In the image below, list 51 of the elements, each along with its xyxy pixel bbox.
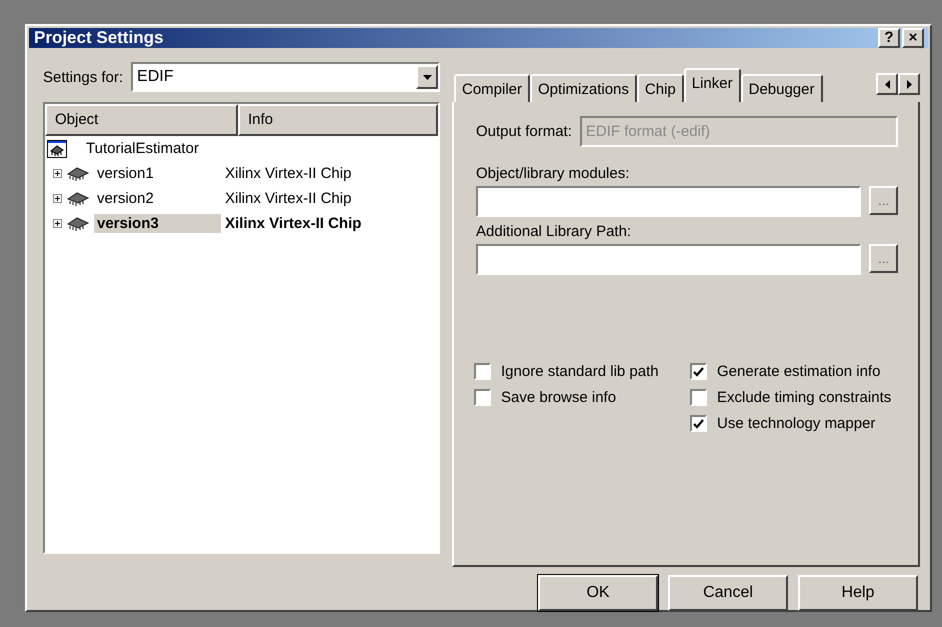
field-label: Additional Library Path: bbox=[476, 223, 632, 240]
checkbox-label: Save browse info bbox=[501, 389, 616, 406]
checkbox[interactable] bbox=[690, 389, 707, 406]
expand-icon[interactable] bbox=[53, 194, 62, 203]
checkbox[interactable] bbox=[690, 363, 707, 380]
tab[interactable]: Chip bbox=[636, 74, 684, 102]
tab[interactable]: Debugger bbox=[740, 74, 822, 102]
scroll-right-button[interactable] bbox=[898, 73, 920, 95]
scroll-left-button[interactable] bbox=[876, 73, 898, 95]
chip-icon bbox=[66, 192, 90, 206]
checkbox[interactable] bbox=[474, 389, 491, 406]
title-bar-button[interactable]: × bbox=[902, 28, 924, 48]
expand-icon[interactable] bbox=[53, 169, 62, 178]
input-field[interactable] bbox=[476, 244, 861, 275]
tab[interactable]: Linker bbox=[684, 68, 741, 102]
chip-icon bbox=[66, 166, 90, 180]
title-bar-button[interactable]: ? bbox=[878, 28, 900, 48]
dialog-button[interactable]: OK bbox=[538, 575, 658, 611]
checkbox[interactable] bbox=[474, 363, 491, 380]
dialog-button[interactable]: Cancel bbox=[668, 575, 788, 611]
window-title: Project Settings bbox=[34, 28, 164, 48]
checkbox-label: Generate estimation info bbox=[717, 363, 880, 380]
info-text: Xilinx Virtex-II Chip bbox=[225, 165, 352, 182]
info-text: Xilinx Virtex-II Chip bbox=[225, 190, 352, 207]
input-field[interactable] bbox=[476, 186, 861, 217]
output-format-label: Output format: bbox=[476, 123, 572, 140]
tree-item[interactable]: TutorialEstimator bbox=[83, 139, 202, 158]
browse-button[interactable]: ... bbox=[869, 244, 898, 273]
checkbox[interactable] bbox=[690, 415, 707, 432]
settings-for-label: Settings for: bbox=[43, 68, 124, 86]
chip-icon bbox=[66, 216, 90, 230]
dialog-button[interactable]: Help bbox=[798, 575, 918, 611]
checkbox-label: Use technology mapper bbox=[717, 415, 876, 432]
tree-item[interactable]: version1 bbox=[94, 164, 221, 183]
project-icon bbox=[47, 140, 67, 158]
settings-for-dropdown[interactable]: EDIF bbox=[131, 62, 440, 92]
checkbox-label: Ignore standard lib path bbox=[501, 363, 659, 380]
tab[interactable]: Optimizations bbox=[530, 74, 637, 102]
checkbox-label: Exclude timing constraints bbox=[717, 389, 892, 406]
tree-item[interactable]: version2 bbox=[94, 189, 221, 208]
info-text: Xilinx Virtex-II Chip bbox=[225, 215, 362, 232]
column-header[interactable]: Object bbox=[45, 104, 238, 136]
field-label: Object/library modules: bbox=[476, 165, 630, 182]
left-arrow-icon bbox=[884, 80, 890, 88]
tab[interactable]: Compiler bbox=[454, 74, 530, 102]
dropdown-arrow-icon bbox=[422, 74, 432, 80]
expand-icon[interactable] bbox=[53, 219, 62, 228]
column-header[interactable]: Info bbox=[238, 104, 438, 136]
tree-item[interactable]: version3 bbox=[94, 214, 221, 233]
browse-button[interactable]: ... bbox=[869, 186, 898, 215]
right-arrow-icon bbox=[906, 80, 912, 88]
